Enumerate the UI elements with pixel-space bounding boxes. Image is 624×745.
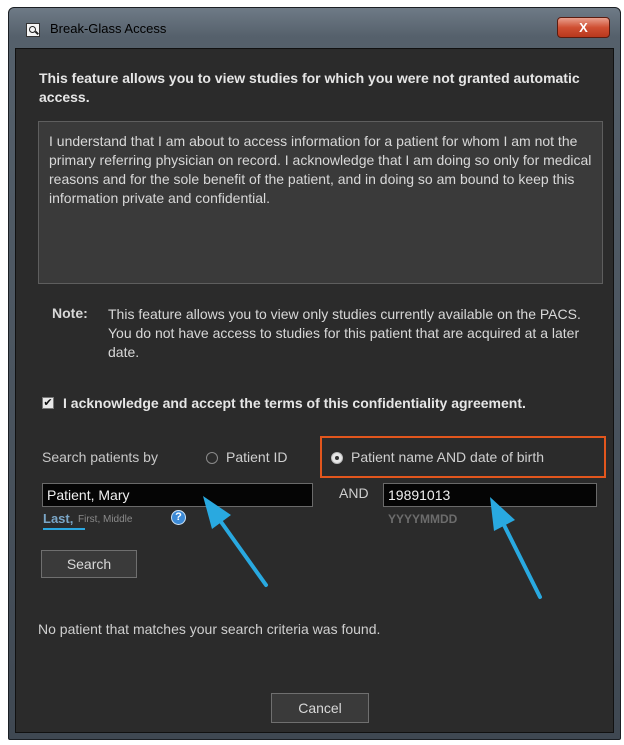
- note-label: Note:: [52, 305, 88, 321]
- search-button[interactable]: Search: [41, 550, 137, 578]
- help-icon[interactable]: ?: [171, 510, 186, 525]
- patient-id-radio[interactable]: [206, 452, 218, 464]
- patient-id-radio-label[interactable]: Patient ID: [226, 449, 287, 465]
- name-format-hint-last: Last,: [43, 511, 74, 526]
- name-dob-radio[interactable]: [331, 452, 343, 464]
- title-bar[interactable]: Break-Glass Access X: [9, 8, 620, 48]
- acknowledge-checkbox[interactable]: ✔: [42, 397, 54, 409]
- acknowledge-label[interactable]: I acknowledge and accept the terms of th…: [63, 395, 526, 411]
- window-title: Break-Glass Access: [50, 21, 167, 36]
- patient-name-input[interactable]: [42, 483, 313, 507]
- close-button[interactable]: X: [557, 17, 610, 38]
- intro-text: This feature allows you to view studies …: [39, 70, 580, 105]
- cancel-button[interactable]: Cancel: [271, 693, 369, 723]
- magnifier-app-icon: [26, 23, 40, 37]
- terms-text-box: I understand that I am about to access i…: [38, 121, 603, 284]
- note-text: This feature allows you to view only stu…: [108, 306, 581, 360]
- date-of-birth-input[interactable]: [383, 483, 597, 507]
- name-format-hint-rest: First, Middle: [78, 514, 133, 525]
- dialog-content: This feature allows you to view studies …: [15, 48, 614, 733]
- break-glass-dialog: Break-Glass Access X This feature allows…: [8, 7, 621, 740]
- search-result-message: No patient that matches your search crit…: [38, 621, 381, 637]
- and-label: AND: [339, 485, 369, 501]
- search-by-label: Search patients by: [42, 449, 158, 465]
- date-format-hint: YYYYMMDD: [388, 512, 458, 526]
- name-dob-radio-label[interactable]: Patient name AND date of birth: [351, 449, 544, 465]
- hint-underline: [43, 528, 85, 530]
